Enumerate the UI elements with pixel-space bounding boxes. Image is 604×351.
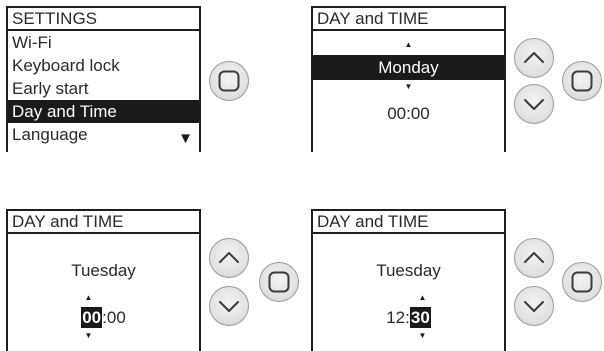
minute-down-arrow-icon: ▼ [418, 331, 427, 340]
ok-button[interactable] [259, 262, 299, 302]
menu-item-language[interactable]: Language ▼ [8, 123, 199, 147]
time-value: 00:00 [8, 307, 199, 328]
minute-field[interactable]: 00 [107, 308, 126, 327]
ok-button[interactable] [562, 61, 602, 101]
settings-screen: SETTINGS Wi-Fi Keyboard lock Early start… [6, 6, 201, 152]
hour-field[interactable]: 00 [81, 307, 103, 328]
down-button[interactable] [514, 286, 554, 326]
hour-down-arrow-icon: ▼ [84, 331, 93, 340]
chevron-up-icon [524, 52, 544, 63]
rounded-square-icon [268, 271, 290, 293]
day-time-title: DAY and TIME [313, 8, 504, 31]
menu-item-label: Language [12, 125, 88, 144]
day-time-screen-minute: DAY and TIME Tuesday ▲ 12:30 ▼ [311, 209, 506, 351]
hour-up-arrow-icon: ▲ [84, 293, 93, 302]
menu-item-early-start[interactable]: Early start [8, 77, 199, 100]
time-value: 00:00 [387, 104, 430, 123]
day-down-arrow-icon: ▼ [404, 82, 413, 91]
chevron-down-icon [219, 301, 239, 312]
menu-item-label: Keyboard lock [12, 56, 120, 75]
minute-field[interactable]: 30 [409, 307, 431, 328]
settings-title: SETTINGS [8, 8, 199, 31]
ok-button[interactable] [209, 61, 249, 101]
ok-button[interactable] [562, 262, 602, 302]
menu-item-label: Wi-Fi [12, 33, 52, 52]
rounded-square-icon [571, 70, 593, 92]
chevron-up-icon [524, 252, 544, 263]
minute-up-arrow-icon: ▲ [418, 293, 427, 302]
hour-field[interactable]: 12 [386, 308, 405, 327]
day-time-title: DAY and TIME [8, 211, 199, 234]
day-time-title: DAY and TIME [313, 211, 504, 234]
day-up-arrow-icon: ▲ [404, 40, 413, 49]
down-button[interactable] [209, 286, 249, 326]
rounded-square-icon [571, 271, 593, 293]
up-button[interactable] [209, 238, 249, 278]
time-value: 12:30 [313, 307, 504, 328]
day-time-screen-day: DAY and TIME ▲ Monday ▼ 00:00 [311, 6, 506, 152]
day-time-screen-hour: DAY and TIME Tuesday ▲ 00:00 ▼ [6, 209, 201, 351]
up-button[interactable] [514, 38, 554, 78]
scroll-down-arrow-icon: ▼ [178, 130, 193, 147]
chevron-up-icon [219, 252, 239, 263]
up-button[interactable] [514, 238, 554, 278]
day-value: Tuesday [71, 261, 136, 280]
day-value: Monday [313, 55, 504, 80]
day-value: Tuesday [376, 261, 441, 280]
menu-item-label: Day and Time [12, 102, 117, 121]
menu-item-keyboard-lock[interactable]: Keyboard lock [8, 54, 199, 77]
menu-item-label: Early start [12, 79, 89, 98]
menu-item-wifi[interactable]: Wi-Fi [8, 31, 199, 54]
down-button[interactable] [514, 84, 554, 124]
chevron-down-icon [524, 301, 544, 312]
menu-item-day-and-time[interactable]: Day and Time [8, 100, 199, 123]
rounded-square-icon [218, 70, 240, 92]
chevron-down-icon [524, 99, 544, 110]
